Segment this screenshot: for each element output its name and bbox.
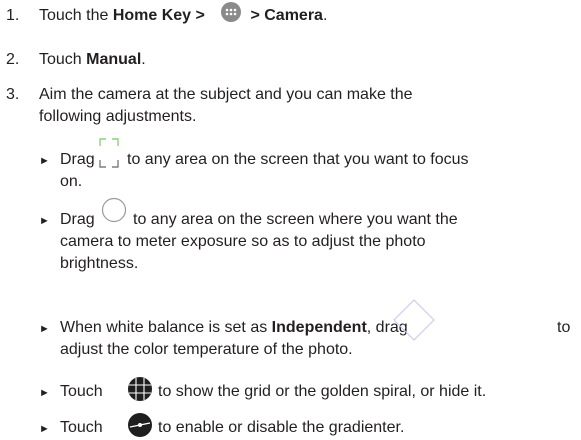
step-number: 1. <box>6 7 20 24</box>
bullet-marker: ► <box>39 387 50 399</box>
step-3-line-2: following adjustments. <box>39 108 197 125</box>
bullet-marker: ► <box>39 215 50 227</box>
focus-frame-icon <box>99 138 119 168</box>
apps-icon <box>221 2 241 22</box>
step-number: 2. <box>6 51 20 68</box>
bullet-marker: ► <box>39 155 50 167</box>
grid-icon <box>128 377 152 401</box>
gradienter-icon <box>128 413 152 437</box>
step-1-text: Touch the Home Key > <box>39 7 205 24</box>
bullet-marker: ► <box>39 323 50 335</box>
step-number: 3. <box>6 86 20 103</box>
white-balance-diamond-icon <box>393 299 435 341</box>
step-2-text: Touch Manual. <box>39 51 146 68</box>
bullet-marker: ► <box>39 423 50 435</box>
exposure-circle-icon <box>101 197 127 223</box>
step-3-line-1: Aim the camera at the subject and you ca… <box>39 86 413 103</box>
